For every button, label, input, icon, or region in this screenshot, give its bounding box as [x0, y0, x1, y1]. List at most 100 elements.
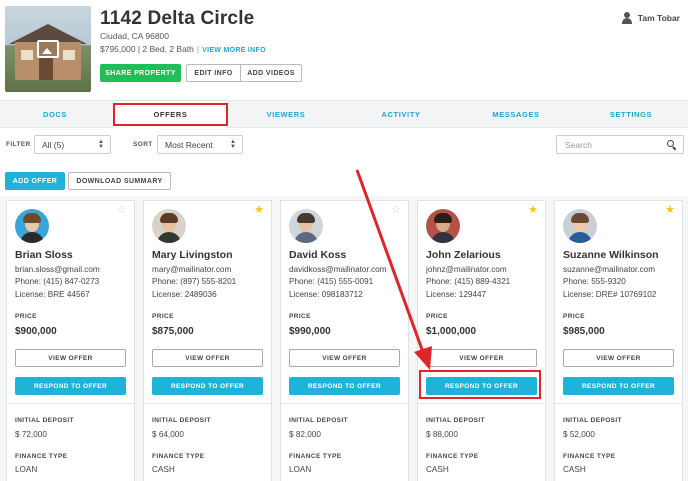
card-divider — [7, 403, 134, 404]
favorite-star-icon[interactable]: ☆ — [117, 205, 127, 216]
image-gallery-icon[interactable] — [37, 40, 59, 58]
agent-email: johnz@mailinator.com — [426, 265, 507, 274]
agent-name: Brian Sloss — [15, 249, 73, 261]
property-address: Ciudad, CA 96800 — [100, 31, 169, 41]
initial-deposit-value: $ 64,000 — [152, 430, 184, 439]
favorite-star-icon[interactable]: ☆ — [391, 205, 401, 216]
avatar — [426, 209, 460, 243]
agent-email: davidkoss@mailinator.com — [289, 265, 387, 274]
finance-type-value: LOAN — [15, 465, 38, 474]
offer-price: $1,000,000 — [426, 326, 477, 337]
sort-select-value: Most Recent — [165, 139, 213, 150]
view-more-info-link[interactable]: VIEW MORE INFO — [202, 47, 266, 54]
select-caret-icon: ▲ ▼ — [230, 139, 236, 150]
offer-card: ☆ Brian Sloss brian.sloss@gmail.com Phone: … — [6, 200, 135, 481]
tab-messages[interactable]: MESSAGES — [460, 101, 572, 128]
user-menu[interactable]: Tam Tobar — [621, 12, 680, 24]
tab-viewers[interactable]: VIEWERS — [230, 101, 342, 128]
tab-settings[interactable]: SETTINGS — [576, 101, 686, 128]
select-caret-icon: ▲ ▼ — [98, 139, 104, 150]
search-icon[interactable] — [667, 140, 677, 151]
initial-deposit-label: INITIAL DEPOSIT — [152, 417, 211, 424]
user-icon — [621, 12, 633, 24]
filter-select-value: All (5) — [42, 139, 65, 150]
sort-select[interactable]: Most Recent ▲ ▼ — [157, 135, 243, 154]
finance-type-label: FINANCE TYPE — [563, 453, 616, 460]
finance-type-value: CASH — [563, 465, 586, 474]
agent-phone: Phone: (415) 847-0273 — [15, 277, 100, 286]
search-input[interactable]: Search — [556, 135, 684, 154]
respond-button-highlight-box — [419, 370, 541, 399]
offer-card: ★ Suzanne Wilkinson suzanne@mailinator.com… — [554, 200, 683, 481]
initial-deposit-value: $ 72,000 — [15, 430, 47, 439]
share-property-button[interactable]: SHARE PROPERTY — [100, 64, 181, 82]
avatar — [563, 209, 597, 243]
agent-name: Mary Livingston — [152, 249, 233, 261]
finance-type-label: FINANCE TYPE — [15, 453, 68, 460]
house-window-shape — [21, 50, 33, 60]
respond-to-offer-button[interactable]: RESPOND TO OFFER — [563, 377, 674, 395]
offer-price: $875,000 — [152, 326, 194, 337]
view-offer-button[interactable]: VIEW OFFER — [426, 349, 537, 367]
card-divider — [555, 403, 682, 404]
respond-to-offer-button[interactable]: RESPOND TO OFFER — [152, 377, 263, 395]
view-offer-button[interactable]: VIEW OFFER — [289, 349, 400, 367]
tab-bar: DOCS OFFERS VIEWERS ACTIVITY MESSAGES SE… — [0, 100, 688, 128]
tab-docs[interactable]: DOCS — [0, 101, 110, 128]
agent-license: License: 129447 — [426, 290, 487, 299]
offer-price: $900,000 — [15, 326, 57, 337]
agent-email: brian.sloss@gmail.com — [15, 265, 100, 274]
favorite-star-icon[interactable]: ★ — [254, 205, 264, 216]
agent-name: Suzanne Wilkinson — [563, 249, 659, 261]
offers-tab-highlight-box — [113, 103, 228, 126]
agent-email: suzanne@mailinator.com — [563, 265, 656, 274]
agent-phone: Phone: (415) 555-0091 — [289, 277, 374, 286]
card-divider — [281, 403, 408, 404]
edit-info-button[interactable]: EDIT INFO — [186, 64, 241, 82]
finance-type-label: FINANCE TYPE — [289, 453, 342, 460]
initial-deposit-label: INITIAL DEPOSIT — [289, 417, 348, 424]
agent-phone: Phone: 555-9320 — [563, 277, 626, 286]
agent-name: David Koss — [289, 249, 347, 261]
specs-divider: | — [196, 44, 200, 54]
house-window-shape — [63, 50, 75, 60]
favorite-star-icon[interactable]: ★ — [665, 205, 675, 216]
card-divider — [418, 403, 545, 404]
finance-type-value: CASH — [426, 465, 449, 474]
agent-license: License: 2489036 — [152, 290, 217, 299]
initial-deposit-value: $ 82,000 — [289, 430, 321, 439]
tab-activity[interactable]: ACTIVITY — [346, 101, 456, 128]
respond-to-offer-button[interactable]: RESPOND TO OFFER — [15, 377, 126, 395]
property-specs: $795,000 | 2 Bed, 2 Bath | VIEW MORE INFO — [100, 44, 266, 54]
respond-to-offer-button[interactable]: RESPOND TO OFFER — [289, 377, 400, 395]
add-videos-button[interactable]: ADD VIDEOS — [240, 64, 302, 82]
agent-license: License: DRE# 10769102 — [563, 290, 657, 299]
property-title: 1142 Delta Circle — [100, 8, 255, 29]
view-offer-button[interactable]: VIEW OFFER — [15, 349, 126, 367]
card-divider — [144, 403, 271, 404]
offer-card: ☆ David Koss davidkoss@mailinator.com Phone… — [280, 200, 409, 481]
offer-card: ★ John Zelarious johnz@mailinator.com Phone… — [417, 200, 546, 481]
favorite-star-icon[interactable]: ★ — [528, 205, 538, 216]
agent-email: mary@mailinator.com — [152, 265, 232, 274]
offer-price: $985,000 — [563, 326, 605, 337]
agent-name: John Zelarious — [426, 249, 501, 261]
initial-deposit-label: INITIAL DEPOSIT — [15, 417, 74, 424]
finance-type-label: FINANCE TYPE — [426, 453, 479, 460]
filter-label: FILTER — [6, 141, 31, 148]
price-label: PRICE — [15, 313, 37, 320]
initial-deposit-label: INITIAL DEPOSIT — [426, 417, 485, 424]
filter-select[interactable]: All (5) ▲ ▼ — [34, 135, 111, 154]
view-offer-button[interactable]: VIEW OFFER — [152, 349, 263, 367]
download-summary-button[interactable]: DOWNLOAD SUMMARY — [68, 172, 171, 190]
add-offer-button[interactable]: ADD OFFER — [5, 172, 65, 190]
initial-deposit-value: $ 52,000 — [563, 430, 595, 439]
property-photo[interactable] — [5, 6, 91, 92]
view-offer-button[interactable]: VIEW OFFER — [563, 349, 674, 367]
agent-phone: Phone: (415) 889-4321 — [426, 277, 511, 286]
property-price-beds: $795,000 | 2 Bed, 2 Bath — [100, 44, 194, 54]
user-name: Tam Tobar — [637, 13, 680, 23]
search-placeholder: Search — [565, 139, 592, 150]
price-label: PRICE — [426, 313, 448, 320]
offer-card: ★ Mary Livingston mary@mailinator.com Phone… — [143, 200, 272, 481]
